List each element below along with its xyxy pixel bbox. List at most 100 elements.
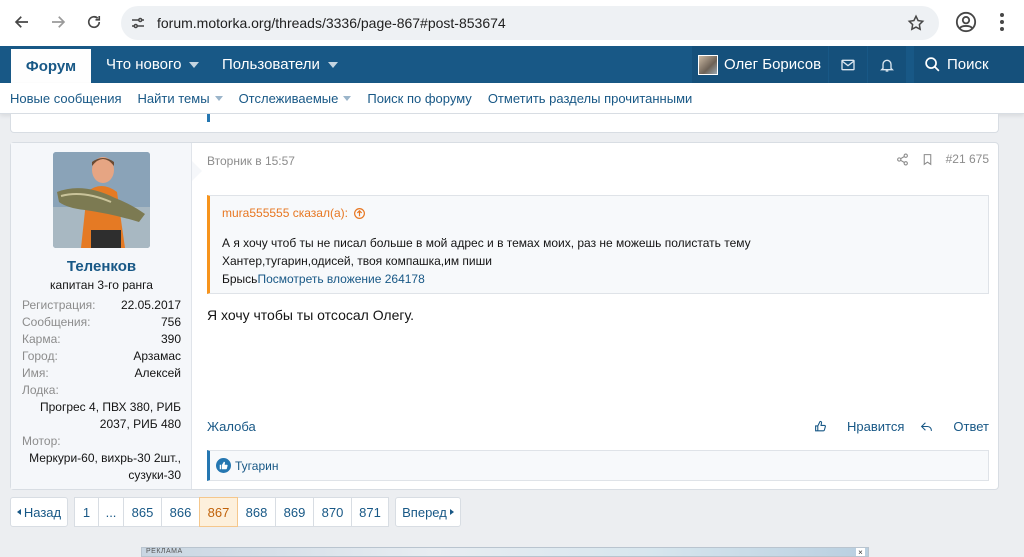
stat-value: 22.05.2017 <box>120 298 181 312</box>
post-message: Я хочу чтобы ты отсосал Олегу. <box>207 307 414 323</box>
search-button[interactable]: Поиск <box>914 46 1024 83</box>
motor-value: Меркури-60, вихрь-30 2шт., <box>29 451 181 465</box>
reply-button[interactable]: Ответ <box>920 419 989 434</box>
page-link-current[interactable]: 867 <box>199 497 238 527</box>
page-link[interactable]: 870 <box>313 497 352 527</box>
page-link[interactable]: 866 <box>161 497 200 527</box>
stat-key: Карма: <box>22 332 61 346</box>
author-title: капитан 3-го ранга <box>50 278 153 292</box>
chevron-left-icon <box>16 509 21 515</box>
page-ellipsis[interactable]: ... <box>98 497 124 527</box>
chevron-down-icon[interactable] <box>189 61 200 68</box>
page-link[interactable]: 865 <box>123 497 162 527</box>
stat-row: Лодка: <box>22 382 181 399</box>
post-tools: #21 675 <box>896 152 989 166</box>
stat-value: 390 <box>160 332 181 346</box>
reactions-bar: Тугарин <box>207 450 989 481</box>
envelope-icon <box>841 59 855 70</box>
post-number[interactable]: #21 675 <box>946 152 989 166</box>
stat-key: Лодка: <box>22 383 59 397</box>
bookmark-star-icon[interactable] <box>907 14 925 32</box>
subnav-watched[interactable]: Отслеживаемые <box>239 91 352 106</box>
tab-label: Пользователи <box>222 56 320 73</box>
tab-users[interactable]: Пользователи <box>222 46 338 83</box>
report-button[interactable]: Жалоба <box>207 419 256 434</box>
like-button[interactable]: Нравится <box>814 419 904 434</box>
bookmark-icon[interactable] <box>921 153 934 166</box>
reaction-bar-accent <box>207 114 210 122</box>
site-settings-icon[interactable] <box>129 14 147 32</box>
forum-top-nav: Форум Что нового Пользователи Олег Борис… <box>0 46 1024 83</box>
quote-block: mura555555 сказал(а): А я хочу чтоб ты н… <box>207 195 989 294</box>
stat-row: Сообщения: 756 <box>22 314 181 331</box>
chevron-right-icon <box>449 509 454 515</box>
kebab-menu-icon[interactable] <box>992 11 1012 33</box>
chevron-down-icon[interactable] <box>327 61 338 68</box>
stat-value: Арзамас <box>133 349 181 363</box>
post-date[interactable]: Вторник в 15:57 <box>207 154 295 168</box>
avatar <box>698 54 718 75</box>
chevron-down-icon[interactable] <box>214 95 223 101</box>
back-arrow-icon[interactable] <box>9 9 35 35</box>
post: Теленков капитан 3-го ранга Регистрация:… <box>10 142 999 490</box>
tab-label: Что нового <box>106 56 182 73</box>
stat-row: Мотор: <box>22 433 181 450</box>
quote-body: А я хочу чтоб ты не писал больше в мой а… <box>222 234 982 288</box>
tab-label: Форум <box>25 57 77 75</box>
pagination: Назад 1 ... 865 866 867 868 869 870 871 … <box>10 497 461 527</box>
quote-author[interactable]: mura555555 сказал(а): <box>222 206 348 220</box>
account-menu[interactable]: Олег Борисов <box>692 46 828 83</box>
tab-whats-new[interactable]: Что нового <box>106 46 200 83</box>
subnav-label: Найти темы <box>137 90 210 106</box>
previous-post-fragment <box>10 114 999 133</box>
forward-arrow-icon[interactable] <box>45 9 71 35</box>
stat-key: Регистрация: <box>22 298 96 312</box>
post-actions-right: Нравится Ответ <box>798 419 989 434</box>
quote-line: А я хочу чтоб ты не писал больше в мой а… <box>222 236 751 250</box>
subnav-search-forums[interactable]: Поиск по форуму <box>367 91 471 106</box>
subnav-find-threads[interactable]: Найти темы <box>138 91 223 106</box>
tab-forum[interactable]: Форум <box>11 46 91 83</box>
author-name[interactable]: Теленков <box>11 258 192 275</box>
subnav-mark-read[interactable]: Отметить разделы прочитанными <box>488 91 692 106</box>
quote-line: Хантер,тугарин,одисей, твоя компашка,им … <box>222 254 492 268</box>
inbox-button[interactable] <box>829 46 867 83</box>
alerts-button[interactable] <box>868 46 906 83</box>
stat-key: Мотор: <box>22 434 61 448</box>
arrow-up-circle-icon[interactable] <box>353 207 366 220</box>
stat-row: Имя: Алексей <box>22 365 181 382</box>
quote-header[interactable]: mura555555 сказал(а): <box>222 206 366 220</box>
stat-row: Карма: 390 <box>22 331 181 348</box>
author-avatar[interactable] <box>53 152 150 248</box>
boat-value: Прогрес 4, ПВХ 380, РИБ <box>39 400 181 414</box>
search-icon <box>925 57 940 72</box>
reload-icon[interactable] <box>81 9 107 35</box>
account-name: Олег Борисов <box>724 56 822 73</box>
close-icon[interactable]: × <box>856 548 865 556</box>
reaction-user-link[interactable]: Тугарин <box>235 459 278 473</box>
next-page-button[interactable]: Вперед <box>395 497 461 527</box>
stat-row: Город: Арзамас <box>22 348 181 365</box>
page-link[interactable]: 868 <box>237 497 276 527</box>
stat-value: 756 <box>160 315 181 329</box>
boat-value: 2037, РИБ 480 <box>99 417 181 431</box>
ad-banner[interactable]: РЕКЛАМА × <box>141 547 869 557</box>
stat-value: Алексей <box>134 366 181 380</box>
prev-page-button[interactable]: Назад <box>10 497 68 527</box>
page-link[interactable]: 869 <box>275 497 314 527</box>
share-icon[interactable] <box>896 153 909 166</box>
address-bar[interactable]: forum.motorka.org/threads/3336/page-867#… <box>121 6 939 40</box>
stat-key: Сообщения: <box>22 315 91 329</box>
stat-key: Город: <box>22 349 58 363</box>
next-label: Вперед <box>402 504 447 520</box>
user-pane-arrow <box>192 161 202 181</box>
subnav-new-posts[interactable]: Новые сообщения <box>10 91 122 106</box>
chevron-down-icon[interactable] <box>343 95 352 101</box>
url-text[interactable]: forum.motorka.org/threads/3336/page-867#… <box>157 15 506 31</box>
quote-text: Брысь <box>222 272 258 286</box>
thumbs-up-icon <box>815 420 826 432</box>
page-link[interactable]: 1 <box>74 497 99 527</box>
attachment-link[interactable]: Посмотреть вложение 264178 <box>257 272 424 286</box>
profile-icon[interactable] <box>955 11 977 33</box>
page-link[interactable]: 871 <box>351 497 389 527</box>
